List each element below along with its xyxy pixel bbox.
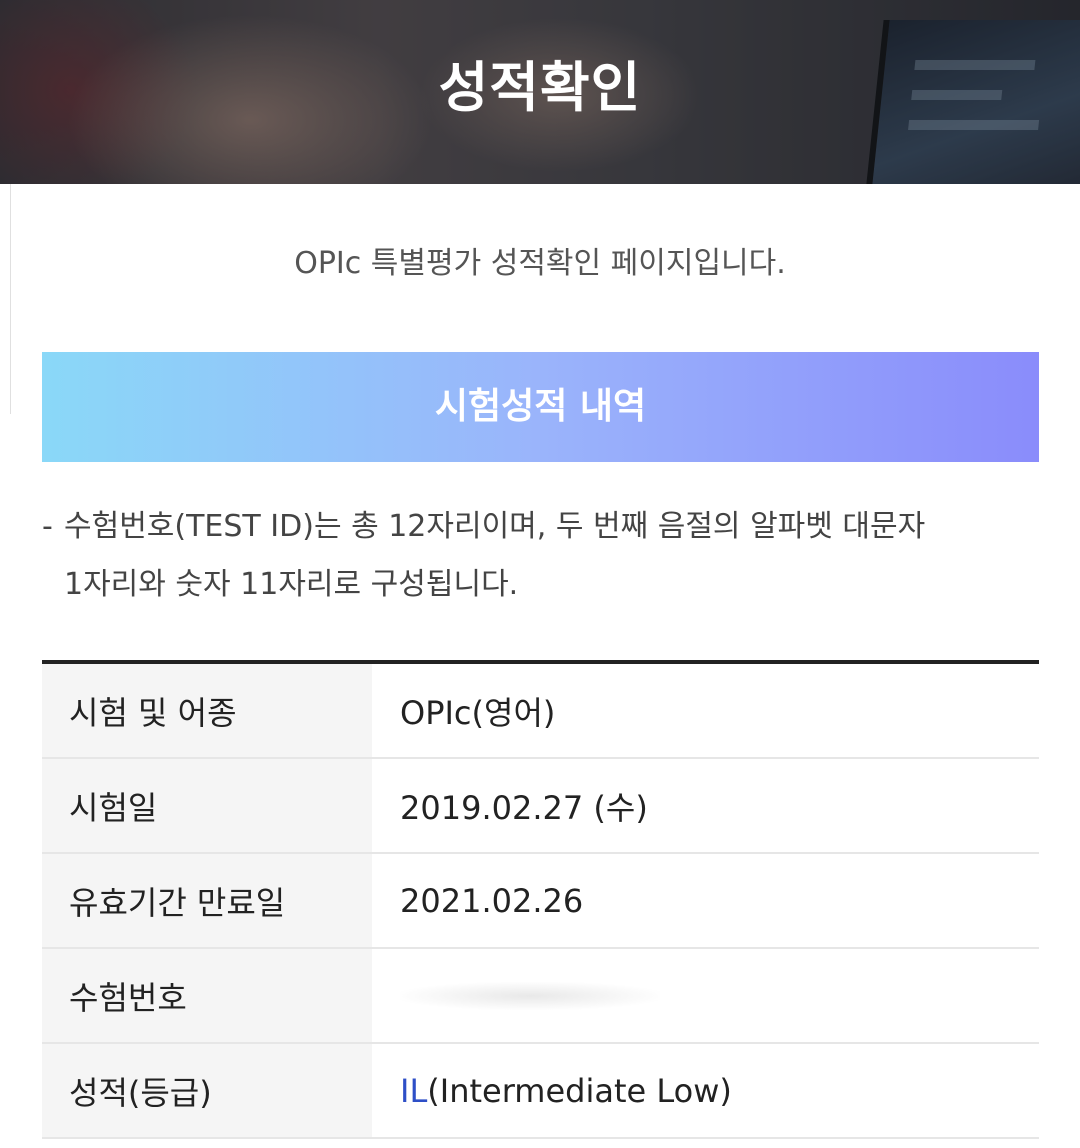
row-value-grade: IL (Intermediate Low) [372,1044,1039,1137]
hero-banner: 성적확인 [0,0,1080,184]
table-row: 시험일 2019.02.27 (수) [42,759,1039,854]
table-row: 시험 및 어종 OPIc(영어) [42,664,1039,759]
note-line-2: 1자리와 숫자 11자리로 구성됩니다. [64,567,519,602]
section-header: 시험성적 내역 [42,352,1039,462]
row-label-expiry-date: 유효기간 만료일 [42,854,372,947]
row-label-exam-date: 시험일 [42,759,372,852]
row-label-exam-language: 시험 및 어종 [42,664,372,757]
grade-code: IL [400,1071,428,1110]
row-value-exam-date: 2019.02.27 (수) [400,788,648,827]
note-line-1: 수험번호(TEST ID)는 총 12자리이며, 두 번째 음절의 알파벳 대문… [64,509,926,544]
row-value-expiry-date: 2021.02.26 [400,881,584,920]
page-title: 성적확인 [438,56,642,119]
note-bullet: - [42,509,53,544]
table-row: 수험번호 [42,949,1039,1044]
row-label-grade: 성적(등급) [42,1044,372,1137]
row-label-test-id: 수험번호 [42,949,372,1042]
table-row: 유효기간 만료일 2021.02.26 [42,854,1039,949]
grade-name: (Intermediate Low) [427,1071,732,1110]
score-table: 시험 및 어종 OPIc(영어) 시험일 2019.02.27 (수) 유효기간… [42,660,1039,1139]
test-id-note: - 수험번호(TEST ID)는 총 12자리이며, 두 번째 음절의 알파벳 … [42,498,1039,614]
intro-text: OPIc 특별평가 성적확인 페이지입니다. [294,246,786,281]
row-value-test-id [372,949,1039,1042]
table-row: 성적(등급) IL (Intermediate Low) [42,1044,1039,1139]
row-value-exam-language: OPIc(영어) [400,693,556,732]
edge-divider [10,184,11,414]
redacted-test-id [400,981,660,1010]
